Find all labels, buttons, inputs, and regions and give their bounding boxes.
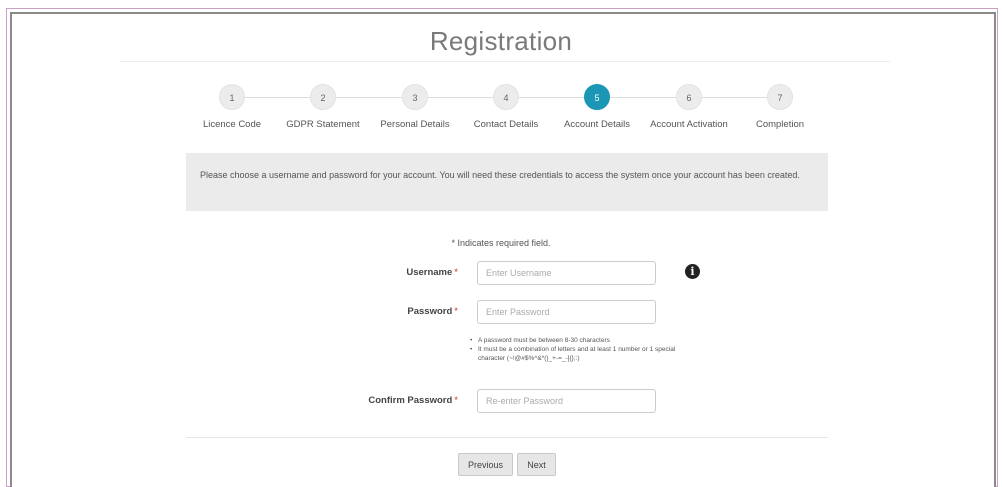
form-footer-divider [186,437,828,438]
step-number-badge: 2 [310,84,336,110]
step-number-badge: 6 [676,84,702,110]
required-asterisk: * [454,395,458,406]
previous-button[interactable]: Previous [458,453,513,476]
username-input[interactable] [477,261,656,285]
password-rule-length: A password must be between 8-30 characte… [468,336,678,345]
title-divider [120,61,890,62]
password-label: Password * [340,306,458,317]
password-requirements-list: A password must be between 8-30 characte… [468,336,678,363]
step-number-badge: 7 [767,84,793,110]
confirm-password-label: Confirm Password * [320,395,458,406]
username-label-text: Username [406,267,453,278]
step-number-badge: 3 [402,84,428,110]
password-label-text: Password [407,306,453,317]
step-number-badge: 4 [493,84,519,110]
required-asterisk: * [454,306,458,317]
page-title: Registration [429,26,573,56]
info-icon[interactable]: i [685,264,700,279]
instructions-panel: Please choose a username and password fo… [186,153,828,211]
step-number-badge: 1 [219,84,245,110]
step-number-badge-active: 5 [584,84,610,110]
next-button[interactable]: Next [517,453,556,476]
step-label: Completion [755,119,805,130]
confirm-password-input[interactable] [477,389,656,413]
required-asterisk: * [454,267,458,278]
step-completion: 7 Completion [725,84,835,130]
required-field-note: * Indicates required field. [451,238,551,248]
username-label: Username * [340,267,458,278]
progress-stepper: 1 Licence Code 2 GDPR Statement 3 Person… [0,84,1002,140]
password-rule-complexity: It must be a combination of letters and … [468,345,678,363]
confirm-password-label-text: Confirm Password [368,395,453,406]
password-input[interactable] [477,300,656,324]
